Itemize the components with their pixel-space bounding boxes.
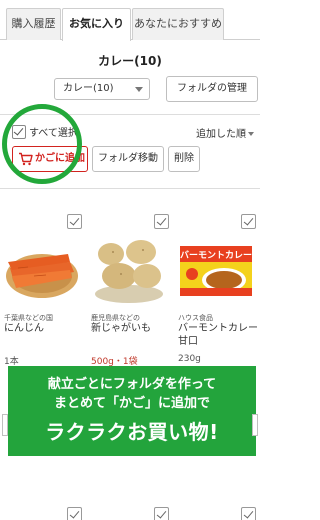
move-folder-button[interactable]: フォルダ移動 [92, 146, 164, 172]
folder-title: カレー(10) [98, 54, 162, 68]
select-all-checkbox[interactable] [12, 124, 26, 139]
product-name[interactable]: にんじん [4, 322, 44, 335]
folder-manage-button[interactable]: フォルダの管理 [166, 76, 258, 102]
delete-button[interactable]: 削除 [168, 146, 200, 172]
carrot-image[interactable] [4, 232, 80, 306]
folder-select-value: カレー(10) [63, 83, 114, 94]
product-quantity: 230g [178, 354, 201, 364]
tab-favorites[interactable]: お気に入り [62, 8, 131, 41]
curry-box-image[interactable]: バーモントカレー [178, 232, 254, 306]
product-checkbox[interactable] [67, 507, 82, 520]
promo-headline: ラクラクお買い物! [45, 420, 219, 444]
hidden-button-edge[interactable] [252, 414, 258, 436]
promo-banner: 献立ごとにフォルダを作って まとめて「かご」に追加で ラクラクお買い物! [8, 366, 256, 456]
select-all-row[interactable]: すべて選択 [12, 124, 78, 139]
potato-image[interactable] [91, 232, 167, 306]
hidden-button-edge[interactable] [2, 414, 8, 436]
product-name[interactable]: バーモントカレー甘口 [178, 322, 260, 348]
chevron-down-icon [135, 87, 143, 92]
tab-recommended[interactable]: あなたにおすすめ [132, 8, 224, 40]
product-checkbox[interactable] [241, 214, 256, 229]
tab-bar: 購入履歴 お気に入り あなたにおすすめ [0, 0, 260, 41]
add-to-cart-label: かごに追加 [35, 153, 85, 164]
product-name[interactable]: 新じゃがいも [91, 322, 151, 335]
divider [0, 188, 260, 189]
folder-select[interactable]: カレー(10) [54, 78, 150, 100]
sort-dropdown[interactable]: 追加した順 [196, 125, 254, 140]
divider [0, 114, 260, 115]
chevron-down-icon [248, 132, 254, 136]
promo-line-2: まとめて「かご」に追加で [53, 396, 210, 411]
package-text: バーモントカレー [180, 250, 252, 261]
highlight-circle [2, 104, 82, 184]
sort-label: 追加した順 [196, 129, 246, 140]
product-checkbox[interactable] [67, 214, 82, 229]
tab-purchase-history[interactable]: 購入履歴 [6, 8, 61, 40]
product-checkbox[interactable] [241, 507, 256, 520]
add-to-cart-button[interactable]: かごに追加 [12, 146, 88, 172]
product-checkbox[interactable] [154, 214, 169, 229]
promo-line-1: 献立ごとにフォルダを作って [47, 377, 217, 392]
cart-icon [19, 152, 33, 166]
product-checkbox[interactable] [154, 507, 169, 520]
select-all-label: すべて選択 [29, 128, 78, 139]
